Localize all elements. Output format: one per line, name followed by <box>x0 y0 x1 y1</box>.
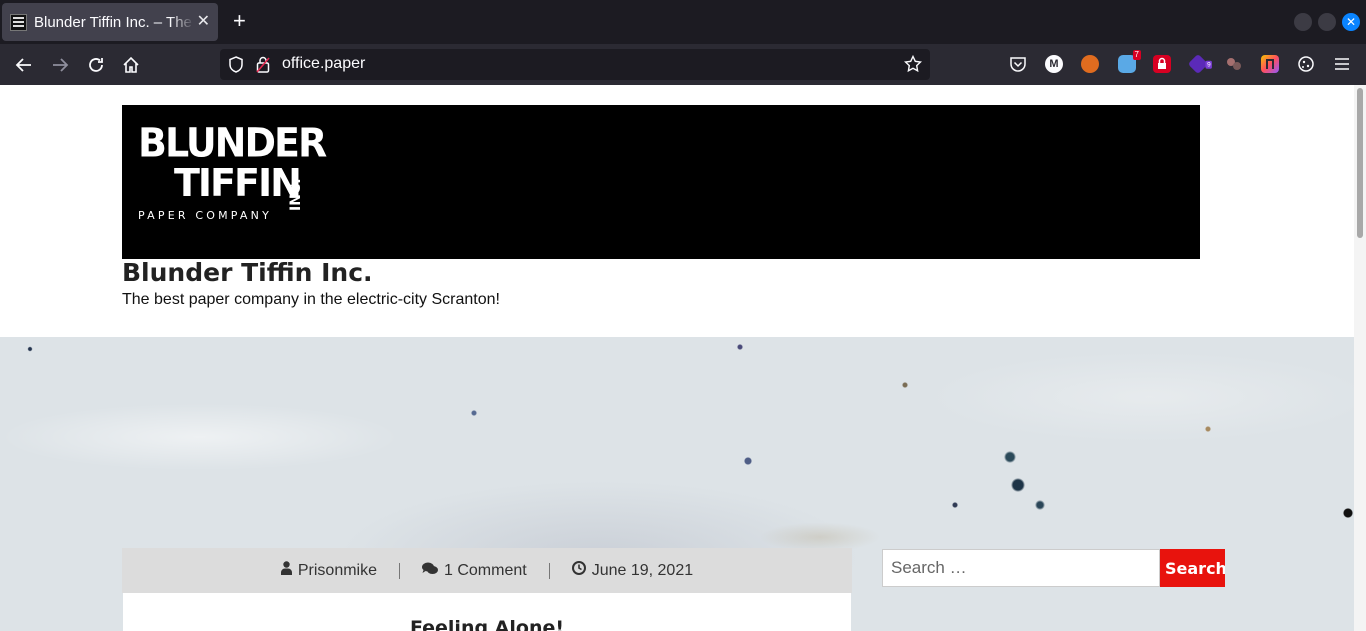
comments-icon <box>422 562 438 580</box>
site-favicon-icon <box>10 13 27 31</box>
shield-icon[interactable] <box>228 56 244 78</box>
cookie-extension-icon[interactable] <box>1225 55 1243 73</box>
forward-icon[interactable] <box>49 54 71 76</box>
post-card: Prisonmike 1 Comment June 19, 2021 Feeli… <box>122 548 852 631</box>
active-tab[interactable]: Blunder Tiffin Inc. – The best paper com… <box>2 3 218 41</box>
post-comments[interactable]: 1 Comment <box>400 562 549 580</box>
m-extension-icon[interactable]: M <box>1045 55 1063 73</box>
post-meta-bar: Prisonmike 1 Comment June 19, 2021 <box>122 548 852 593</box>
back-icon[interactable] <box>13 54 35 76</box>
fox-extension-icon[interactable] <box>1081 55 1099 73</box>
tab-close-icon[interactable]: ✕ <box>197 14 210 30</box>
home-icon[interactable] <box>120 54 142 76</box>
logo-inc: INC. <box>288 178 304 211</box>
menu-icon[interactable] <box>1333 55 1351 73</box>
maximize-button[interactable] <box>1318 13 1336 31</box>
multi-account-extension-icon[interactable] <box>1261 55 1279 73</box>
post-body: Feeling Alone! <box>123 593 851 631</box>
site-title[interactable]: Blunder Tiffin Inc. <box>122 258 373 287</box>
address-bar[interactable]: office.paper <box>220 49 930 80</box>
post-author[interactable]: Prisonmike <box>259 561 399 580</box>
post-author-name[interactable]: Prisonmike <box>298 562 377 580</box>
cookie-settings-icon[interactable] <box>1297 55 1315 73</box>
tab-bar: Blunder Tiffin Inc. – The best paper com… <box>0 0 1366 44</box>
url-text[interactable]: office.paper <box>282 55 365 73</box>
post-date-text[interactable]: June 19, 2021 <box>592 562 693 580</box>
lock-icon[interactable] <box>256 56 270 78</box>
notification-extension-icon[interactable]: 7 <box>1118 50 1141 73</box>
reload-icon[interactable] <box>85 54 107 76</box>
search-button[interactable]: Search <box>1160 549 1225 587</box>
header-banner[interactable]: BLUNDER TIFFIN INC. PAPER COMPANY <box>122 105 1200 259</box>
post-comments-count[interactable]: 1 Comment <box>444 562 527 580</box>
site-tagline: The best paper company in the electric-c… <box>122 291 500 308</box>
logo-line-2: TIFFIN <box>174 161 302 205</box>
close-window-button[interactable]: ✕ <box>1342 13 1360 31</box>
pocket-icon[interactable] <box>1009 55 1027 73</box>
page-scrollbar[interactable] <box>1354 85 1366 631</box>
logo-line-1: BLUNDER <box>138 119 327 167</box>
new-tab-button[interactable]: + <box>233 10 246 32</box>
web-page: BLUNDER TIFFIN INC. PAPER COMPANY Blunde… <box>0 85 1354 631</box>
scrollbar-thumb[interactable] <box>1357 88 1363 238</box>
user-icon <box>280 561 292 580</box>
logo-subtitle: PAPER COMPANY <box>138 209 273 222</box>
post-date[interactable]: June 19, 2021 <box>550 561 715 580</box>
bookmark-star-icon[interactable] <box>903 54 923 78</box>
post-title[interactable]: Feeling Alone! <box>123 617 851 631</box>
clock-icon <box>571 561 586 580</box>
cube-extension-icon[interactable]: 9 <box>1187 53 1213 75</box>
paper-texture-background: Prisonmike 1 Comment June 19, 2021 Feeli… <box>0 337 1354 631</box>
lock-extension-icon[interactable] <box>1153 55 1171 73</box>
tab-title: Blunder Tiffin Inc. – The best paper com… <box>34 13 194 31</box>
search-input[interactable] <box>882 549 1160 587</box>
navigation-toolbar: office.paper M 7 9 <box>0 44 1366 85</box>
search-widget: Search <box>882 549 1225 587</box>
minimize-button[interactable] <box>1294 13 1312 31</box>
